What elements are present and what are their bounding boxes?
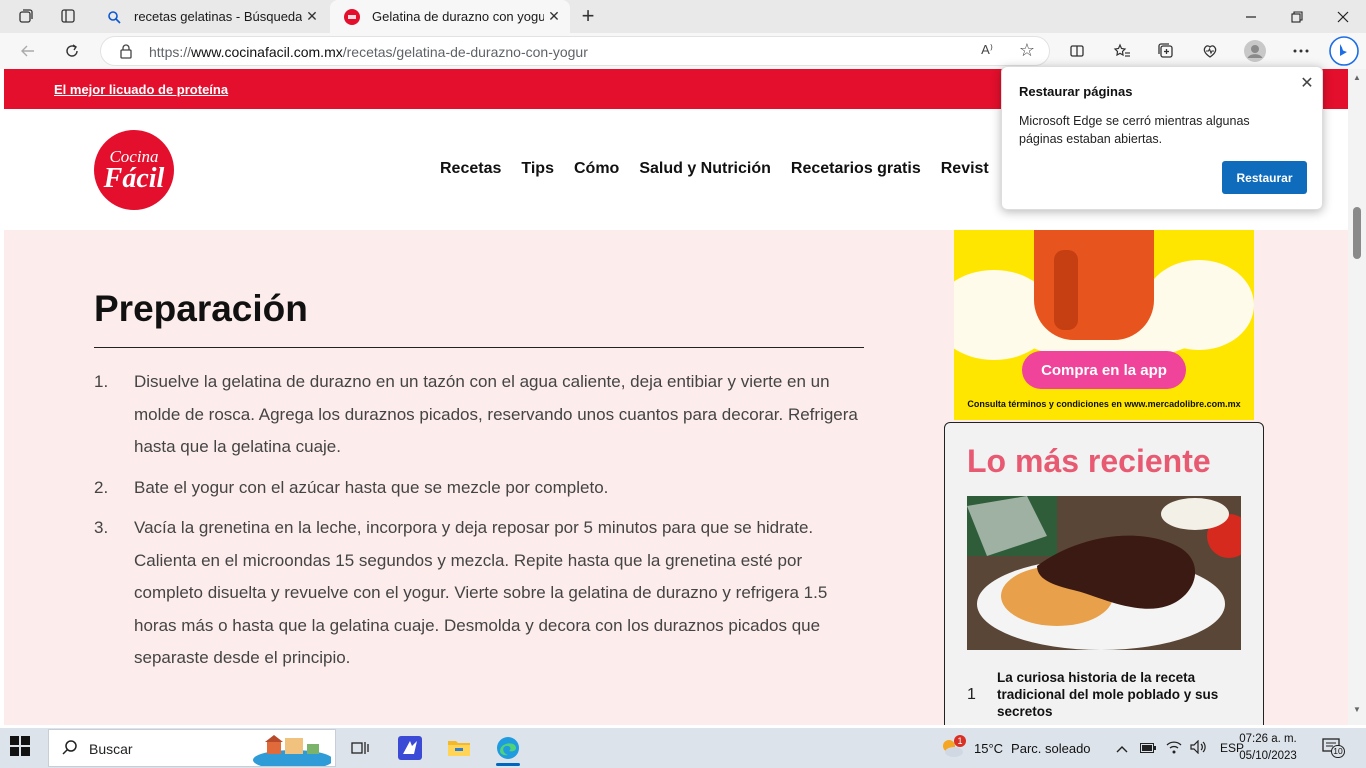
- workspaces-icon[interactable]: [12, 4, 40, 28]
- battery-icon[interactable]: [1140, 741, 1156, 756]
- tab-actions-icon[interactable]: [54, 4, 82, 28]
- tab-search-results[interactable]: recetas gelatinas - Búsqueda ✕: [92, 0, 328, 33]
- show-hidden-icons-chevron-up-icon[interactable]: [1114, 741, 1130, 756]
- restore-button[interactable]: Restaurar: [1222, 161, 1307, 194]
- weather-desc: Parc. soleado: [1011, 740, 1091, 756]
- popup-message: Microsoft Edge se cerró mientras algunas…: [1019, 114, 1250, 146]
- address-bar[interactable]: https://www.cocinafacil.com.mx/recetas/g…: [100, 36, 1050, 66]
- clock-time: 07:26 a. m.: [1239, 733, 1297, 745]
- popup-close-icon[interactable]: ✕: [1298, 73, 1316, 92]
- edge-browser-icon[interactable]: [488, 732, 528, 766]
- recent-widget: Lo más reciente 1 La curiosa historia de…: [944, 422, 1264, 725]
- split-screen-icon[interactable]: [1063, 38, 1091, 64]
- cocina-facil-favicon-icon: [344, 8, 360, 25]
- profile-avatar-icon[interactable]: [1241, 38, 1269, 64]
- nav-item-recetarios-gratis[interactable]: Recetarios gratis: [791, 160, 921, 178]
- favorites-icon[interactable]: [1108, 38, 1136, 64]
- weather-sun-cloud-icon: 1: [940, 735, 966, 759]
- page-scrollbar[interactable]: ▲ ▼: [1348, 69, 1366, 725]
- minimize-icon[interactable]: [1228, 0, 1274, 33]
- taskbar-search-box[interactable]: Buscar: [48, 729, 336, 768]
- ad-cta-button[interactable]: Compra en la app: [1022, 351, 1186, 389]
- recent-item-title[interactable]: La curiosa historia de la receta tradici…: [997, 669, 1247, 720]
- step-number: 2.: [94, 477, 109, 497]
- restore-window-icon[interactable]: [1274, 0, 1320, 33]
- ad-dress-image: [1034, 230, 1154, 340]
- search-placeholder: Buscar: [89, 741, 133, 757]
- main-nav: Recetas Tips Cómo Salud y Nutrición Rece…: [440, 160, 989, 178]
- windows-start-icon[interactable]: [10, 736, 34, 760]
- browser-essentials-icon[interactable]: [1196, 38, 1224, 64]
- steps-list: 1. Disuelve la gelatina de durazno en un …: [94, 366, 864, 675]
- wifi-icon[interactable]: [1166, 740, 1182, 757]
- notification-count: 10: [1331, 745, 1345, 758]
- nav-item-tips[interactable]: Tips: [521, 160, 554, 178]
- scrollbar-thumb[interactable]: [1353, 207, 1361, 259]
- read-aloud-icon[interactable]: A⁾: [981, 42, 993, 58]
- step-number: 3.: [94, 518, 109, 537]
- close-window-icon[interactable]: [1320, 0, 1366, 33]
- recent-heading: Lo más reciente: [967, 443, 1211, 479]
- scroll-up-arrow-icon[interactable]: ▲: [1352, 73, 1362, 83]
- nav-item-salud-y-nutricion[interactable]: Salud y Nutrición: [639, 160, 771, 178]
- close-tab-icon[interactable]: ✕: [544, 7, 564, 27]
- file-explorer-icon[interactable]: [439, 732, 479, 764]
- nav-item-como[interactable]: Cómo: [574, 160, 619, 178]
- step-item: 1. Disuelve la gelatina de durazno en un …: [94, 366, 864, 464]
- cocina-facil-logo[interactable]: Cocina Fácil: [94, 130, 174, 210]
- promo-link[interactable]: El mejor licuado de proteína: [54, 82, 228, 97]
- search-highlight-image: [253, 732, 333, 768]
- tab-title: recetas gelatinas - Búsqueda: [134, 9, 302, 24]
- preparation-section: Preparación 1. Disuelve la gelatina de du…: [94, 289, 864, 683]
- task-view-icon[interactable]: [340, 732, 380, 764]
- settings-more-icon[interactable]: [1287, 38, 1315, 64]
- weather-widget[interactable]: 1 15°C Parc. soleado: [940, 728, 1091, 768]
- mole-dish-photo[interactable]: [967, 496, 1241, 650]
- weather-badge: 1: [954, 735, 966, 747]
- lock-icon[interactable]: [119, 43, 133, 64]
- step-number: 1.: [94, 372, 109, 391]
- search-icon: [61, 739, 79, 762]
- close-tab-icon[interactable]: ✕: [302, 7, 322, 27]
- logo-line2: Fácil: [103, 163, 165, 194]
- ad-dress-detail: [1054, 250, 1078, 330]
- popup-title: Restaurar páginas: [1019, 84, 1133, 99]
- system-tray: ESP: [1114, 728, 1244, 768]
- notification-center-icon[interactable]: 10: [1322, 728, 1345, 768]
- browser-tab-strip: recetas gelatinas - Búsqueda ✕ Gelatina …: [0, 0, 1366, 33]
- new-tab-plus-icon[interactable]: +: [576, 3, 600, 28]
- weather-temp: 15°C: [974, 740, 1004, 756]
- nav-item-recetas[interactable]: Recetas: [440, 160, 501, 178]
- step-item: 2. Bate el yogur con el azúcar hasta que …: [94, 472, 864, 505]
- browser-toolbar: https://www.cocinafacil.com.mx/recetas/g…: [0, 33, 1366, 69]
- recent-item-number: 1: [967, 686, 976, 703]
- windows-taskbar: Buscar 1 15°C Parc. soleado ESP 07:26 a.…: [0, 728, 1366, 768]
- restore-pages-popup: Restaurar páginas ✕ Microsoft Edge se ce…: [1001, 66, 1323, 210]
- favorite-star-icon[interactable]: ☆: [1019, 40, 1035, 61]
- notification-icon: 10: [1322, 738, 1345, 758]
- step-text: Disuelve la gelatina de durazno en un ta…: [134, 372, 858, 456]
- tab-title: Gelatina de durazno con yogur: [372, 9, 544, 24]
- mercadolibre-ad[interactable]: Compra en la app Consulta términos y con…: [954, 230, 1254, 420]
- clock-date: 05/10/2023: [1239, 750, 1297, 762]
- refresh-icon[interactable]: [58, 38, 86, 64]
- step-text: Vacía la grenetina en la leche, incorpor…: [134, 518, 828, 667]
- heading-divider: [94, 347, 864, 348]
- search-icon: [106, 9, 122, 25]
- tab-active-recipe[interactable]: Gelatina de durazno con yogur ✕: [330, 0, 570, 33]
- step-text: Bate el yogur con el azúcar hasta que se…: [134, 477, 609, 497]
- bing-copilot-icon[interactable]: [1328, 36, 1360, 66]
- collections-icon[interactable]: [1152, 38, 1180, 64]
- volume-icon[interactable]: [1190, 739, 1208, 757]
- app-launcher-icon[interactable]: [390, 732, 430, 764]
- nav-item-revistas[interactable]: Revist: [941, 160, 989, 178]
- url-text: https://www.cocinafacil.com.mx/recetas/g…: [149, 44, 588, 60]
- system-clock[interactable]: 07:26 a. m. 05/10/2023: [1236, 731, 1300, 765]
- back-arrow-icon[interactable]: [14, 38, 42, 64]
- section-heading: Preparación: [94, 288, 308, 329]
- scroll-down-arrow-icon[interactable]: ▼: [1352, 705, 1362, 715]
- step-item: 3. Vacía la grenetina en la leche, incorp…: [94, 512, 864, 675]
- ad-terms: Consulta términos y condiciones en www.m…: [967, 399, 1241, 409]
